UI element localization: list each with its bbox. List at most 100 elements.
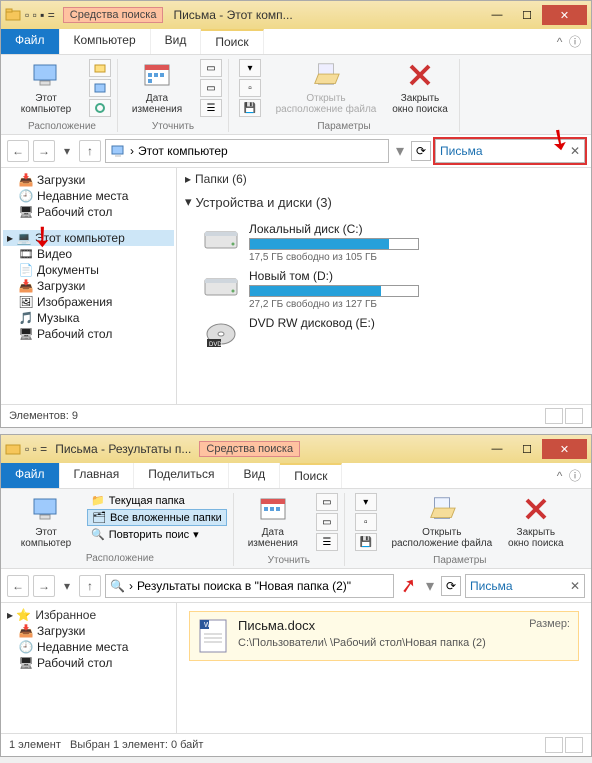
adv-options-button[interactable]: ▫ xyxy=(239,79,261,97)
folders-section[interactable]: ▸ Папки (6) xyxy=(177,168,591,190)
tab-search[interactable]: Поиск xyxy=(280,463,342,488)
ribbon-collapse[interactable]: ^ ⓘ xyxy=(547,29,591,54)
all-subfolders-option[interactable]: 🗂Все вложенные папки xyxy=(87,509,227,526)
view-details-button[interactable] xyxy=(545,737,563,753)
up-button[interactable]: ↑ xyxy=(79,575,101,597)
tree-favorites[interactable]: ▸ ⭐ Избранное xyxy=(3,607,174,623)
view-details-button[interactable] xyxy=(545,408,563,424)
drive-item[interactable]: DVD DVD RW дисковод (E:) xyxy=(201,316,583,350)
search-tools-tab[interactable]: Средства поиска xyxy=(63,7,164,23)
location-thispc-button[interactable]: Этот компьютер xyxy=(13,59,79,115)
result-title: Письма.docx xyxy=(238,618,315,633)
view-large-button[interactable] xyxy=(565,408,583,424)
up-button[interactable]: ↑ xyxy=(79,140,101,162)
close-button[interactable]: ✕ xyxy=(542,5,587,25)
open-location-button[interactable]: Открыть расположение файла xyxy=(387,493,497,549)
drive-item[interactable]: Локальный диск (C:) 17,5 ГБ свободно из … xyxy=(201,222,583,263)
save-search-button[interactable]: 💾 xyxy=(239,99,261,117)
back-button[interactable]: ← xyxy=(7,140,29,162)
tree-downloads2[interactable]: 📥Загрузки xyxy=(3,278,174,294)
current-folder-option[interactable]: 📁Текущая папка xyxy=(87,493,227,508)
tree-recent[interactable]: 🕘Недавние места xyxy=(3,639,174,655)
minimize-button[interactable]: — xyxy=(482,5,512,25)
minimize-button[interactable]: — xyxy=(482,439,512,459)
tree-desktop2[interactable]: 🖥Рабочий стол xyxy=(3,326,174,342)
close-search-button[interactable]: Закрыть окно поиска xyxy=(387,59,453,115)
computer-icon xyxy=(110,143,126,159)
forward-button[interactable]: → xyxy=(33,575,55,597)
other-button[interactable]: ☰ xyxy=(316,533,338,551)
search-again-option[interactable]: 🔍Повторить поис ▾ xyxy=(87,527,227,542)
status-text: Элементов: 9 xyxy=(9,410,78,422)
address-text: Результаты поиска в "Новая папка (2)" xyxy=(137,579,351,593)
search-tools-tab[interactable]: Средства поиска xyxy=(199,441,300,457)
ribbon-collapse[interactable]: ^ ⓘ xyxy=(547,463,591,488)
kind-button[interactable]: ▭ xyxy=(200,59,222,77)
location-thispc-button[interactable]: Этот компьютер xyxy=(13,493,79,549)
date-modified-button[interactable]: Дата изменения xyxy=(240,493,306,549)
capacity-bar xyxy=(249,285,419,297)
devices-section[interactable]: ▾ Устройства и диски (3) xyxy=(177,190,591,214)
tree-downloads[interactable]: 📥Загрузки xyxy=(3,623,174,639)
tab-home[interactable]: Главная xyxy=(60,463,135,488)
tree-this-pc[interactable]: ▸ 💻Этот компьютер xyxy=(3,230,174,246)
tree-recent[interactable]: 🕘Недавние места xyxy=(3,188,174,204)
tree-downloads[interactable]: 📥Загрузки xyxy=(3,172,174,188)
nav-tree[interactable]: ▸ ⭐ Избранное 📥Загрузки 🕘Недавние места … xyxy=(1,603,177,733)
tab-view[interactable]: Вид xyxy=(229,463,280,488)
back-button[interactable]: ← xyxy=(7,575,29,597)
size-button[interactable]: ▭ xyxy=(316,513,338,531)
search-input[interactable]: Письма ✕ xyxy=(465,574,585,598)
tree-documents[interactable]: 📄Документы xyxy=(3,262,174,278)
close-search-button[interactable]: Закрыть окно поиска xyxy=(503,493,569,549)
nav-tree[interactable]: 📥Загрузки 🕘Недавние места 🖥Рабочий стол … xyxy=(1,168,177,404)
maximize-button[interactable]: ☐ xyxy=(512,439,542,459)
tab-view[interactable]: Вид xyxy=(151,29,202,54)
drive-item[interactable]: Новый том (D:) 27,2 ГБ свободно из 127 Г… xyxy=(201,269,583,310)
refresh-button[interactable]: ⟳ xyxy=(411,141,431,161)
loc-opt1[interactable] xyxy=(89,59,111,77)
computer-icon xyxy=(30,59,62,91)
content-pane[interactable]: W Письма.docx Размер: C:\Пользователи\ \… xyxy=(177,603,591,733)
address-dropdown[interactable]: ▾ xyxy=(423,576,437,596)
tree-desktop[interactable]: 🖥Рабочий стол xyxy=(3,204,174,220)
breadcrumb[interactable]: Этот компьютер xyxy=(138,144,228,158)
date-modified-button[interactable]: Дата изменения xyxy=(124,59,190,115)
clear-search-icon[interactable]: ✕ xyxy=(570,144,580,158)
tab-share[interactable]: Поделиться xyxy=(134,463,229,488)
recent-search-button[interactable]: ▾ xyxy=(239,59,261,77)
group-location-label: Расположение xyxy=(86,553,154,564)
adv-options-button[interactable]: ▫ xyxy=(355,513,377,531)
search-input[interactable]: Письма ✕ xyxy=(435,139,585,163)
close-button[interactable]: ✕ xyxy=(542,439,587,459)
kind-button[interactable]: ▭ xyxy=(316,493,338,511)
other-button[interactable]: ☰ xyxy=(200,99,222,117)
view-large-button[interactable] xyxy=(565,737,583,753)
address-bar[interactable]: 🔍› Результаты поиска в "Новая папка (2)" xyxy=(105,574,394,598)
tree-desktop[interactable]: 🖥Рабочий стол xyxy=(3,655,174,671)
address-dropdown[interactable]: ▾ xyxy=(393,141,407,161)
tab-file[interactable]: Файл xyxy=(1,463,60,488)
tree-video[interactable]: 🎞Видео xyxy=(3,246,174,262)
tree-pictures[interactable]: 🖼Изображения xyxy=(3,294,174,310)
size-button[interactable]: ▭ xyxy=(200,79,222,97)
address-bar[interactable]: › Этот компьютер xyxy=(105,139,389,163)
titlebar[interactable]: ▫ ▫ ▪ = Средства поиска Письма - Этот ко… xyxy=(1,1,591,29)
tab-computer[interactable]: Компьютер xyxy=(60,29,151,54)
recent-search-button[interactable]: ▾ xyxy=(355,493,377,511)
content-pane[interactable]: ▸ Папки (6) ▾ Устройства и диски (3) Лок… xyxy=(177,168,591,404)
tab-file[interactable]: Файл xyxy=(1,29,60,54)
maximize-button[interactable]: ☐ xyxy=(512,5,542,25)
titlebar[interactable]: ▫ ▫ = Письма - Результаты п... Средства … xyxy=(1,435,591,463)
search-result-item[interactable]: W Письма.docx Размер: C:\Пользователи\ \… xyxy=(189,611,579,661)
tab-search[interactable]: Поиск xyxy=(201,29,263,54)
forward-button[interactable]: → xyxy=(33,140,55,162)
refresh-button[interactable]: ⟳ xyxy=(441,576,461,596)
clear-search-icon[interactable]: ✕ xyxy=(570,579,580,593)
loc-opt3[interactable] xyxy=(89,99,111,117)
history-dropdown[interactable]: ▾ xyxy=(59,140,75,162)
save-search-button[interactable]: 💾 xyxy=(355,533,377,551)
tree-music[interactable]: 🎵Музыка xyxy=(3,310,174,326)
history-dropdown[interactable]: ▾ xyxy=(59,575,75,597)
loc-opt2[interactable] xyxy=(89,79,111,97)
